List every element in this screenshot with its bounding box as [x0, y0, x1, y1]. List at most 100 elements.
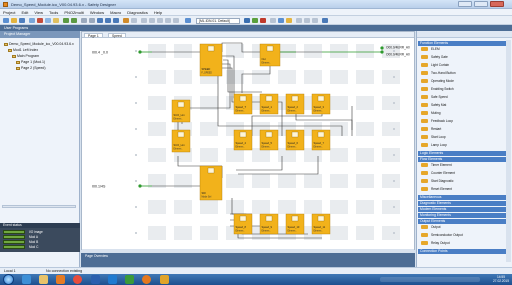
library-item[interactable]: Safe Speed	[421, 95, 448, 100]
grid-cell[interactable]	[252, 70, 270, 84]
menu-macro[interactable]: Macro	[107, 9, 124, 15]
grid-cell[interactable]	[382, 148, 400, 162]
grid-cell[interactable]	[278, 174, 296, 188]
zoom-fit-icon[interactable]	[113, 18, 119, 23]
outlook-icon[interactable]	[108, 275, 117, 284]
grid-cell[interactable]	[356, 122, 374, 136]
grid-icon[interactable]	[89, 18, 95, 23]
grid-cell[interactable]	[356, 44, 374, 58]
print-icon[interactable]	[29, 18, 35, 23]
library-item[interactable]: Reset Element	[421, 187, 452, 192]
output-slot[interactable]	[393, 102, 395, 104]
output-slot[interactable]	[393, 232, 395, 234]
grid-cell[interactable]	[148, 44, 166, 58]
grid-cell[interactable]	[382, 174, 400, 188]
media-icon[interactable]	[56, 275, 65, 284]
menu-window[interactable]: Window	[87, 9, 107, 15]
function-block[interactable]: Speed_9 Elemen..	[259, 213, 279, 235]
grid-cell[interactable]	[382, 122, 400, 136]
function-block[interactable]: SPEED F_SPEED	[199, 43, 223, 77]
library-item[interactable]: Semiconductor Output	[421, 233, 463, 238]
grid-cell[interactable]	[382, 226, 400, 240]
zoom-out-icon[interactable]	[105, 18, 111, 23]
tool-icon[interactable]	[296, 18, 302, 23]
library-section-header[interactable]: Modem Elements	[418, 207, 507, 212]
output-slot[interactable]	[393, 206, 395, 208]
panel-tab-label[interactable]: Project Manager	[4, 32, 30, 36]
tool-icon[interactable]	[173, 18, 179, 23]
library-item[interactable]: Start Loop	[421, 135, 446, 140]
grid-cell[interactable]	[330, 148, 348, 162]
library-item[interactable]: Timer Element	[421, 163, 452, 168]
help-icon[interactable]	[322, 18, 328, 23]
tree-item[interactable]: Page 2 (Speed)	[16, 66, 46, 70]
function-block[interactable]: Speed_1 Elemen..	[259, 93, 279, 115]
grid-cell[interactable]	[330, 70, 348, 84]
function-block[interactable]: Speed_7 Elemen..	[311, 129, 331, 151]
function-block[interactable]: Speed_3 Elemen..	[311, 93, 331, 115]
library-item[interactable]: Start Diagnostic	[421, 179, 454, 184]
menu-view[interactable]: View	[31, 9, 46, 15]
save-icon[interactable]	[19, 18, 25, 23]
function-block[interactable]: Out Elemen..	[259, 43, 281, 67]
module-icon[interactable]	[185, 18, 191, 23]
grid-cell[interactable]	[200, 148, 218, 162]
tool-icon[interactable]	[304, 18, 310, 23]
grid-cell[interactable]	[304, 174, 322, 188]
paint-icon[interactable]	[160, 275, 169, 284]
output-terminal[interactable]	[380, 50, 384, 54]
grid-cell[interactable]	[226, 70, 244, 84]
tree-item[interactable]: Mod1 Left Index	[8, 48, 38, 52]
grid-cell[interactable]	[200, 200, 218, 214]
library-item[interactable]: Enabling Switch	[421, 87, 454, 92]
circuit-diagram[interactable]: I00.4 _0.0 I00.1/4S O00.0/4ERR_A0 O00.0/…	[82, 38, 415, 248]
undo-icon[interactable]	[63, 18, 69, 23]
library-scrollbar[interactable]	[506, 40, 511, 262]
grid-cell[interactable]	[148, 96, 166, 110]
status-row[interactable]: Mod C	[3, 245, 38, 249]
grid-cell[interactable]	[200, 122, 218, 136]
explorer-icon[interactable]	[39, 275, 48, 284]
tool-icon[interactable]	[141, 18, 147, 23]
library-section-header[interactable]: Function Elements	[418, 41, 507, 46]
compile-icon[interactable]	[123, 18, 129, 23]
grid-cell[interactable]	[174, 44, 192, 58]
canvas-scrollbar[interactable]	[82, 249, 414, 252]
library-item[interactable]: Safety Gate	[421, 55, 448, 60]
function-block[interactable]: SDI Mode Sel	[199, 165, 223, 201]
grid-cell[interactable]	[330, 96, 348, 110]
grid-cell[interactable]	[382, 96, 400, 110]
grid-cell[interactable]	[356, 148, 374, 162]
grid-cell[interactable]	[148, 122, 166, 136]
input-slot[interactable]	[135, 50, 137, 52]
output-slot[interactable]	[393, 154, 395, 156]
output-slot[interactable]	[393, 128, 395, 130]
input-slot[interactable]	[135, 76, 137, 78]
menu-diagnostics[interactable]: Diagnostics	[124, 9, 151, 15]
library-item[interactable]: Muting	[421, 111, 441, 116]
grid-cell[interactable]	[356, 70, 374, 84]
close-icon[interactable]	[490, 1, 504, 7]
align-icon[interactable]	[81, 18, 87, 23]
library-item[interactable]: Counter Element	[421, 171, 455, 176]
grid-cell[interactable]	[278, 44, 296, 58]
library-item[interactable]: Relay Output	[421, 241, 450, 246]
menu-pnozmulti[interactable]: PNOZmulti	[61, 9, 87, 15]
output-slot[interactable]	[393, 76, 395, 78]
grid-cell[interactable]	[330, 44, 348, 58]
tree-item[interactable]: Demo_Speed_Module_ico_V00.04.93.6.x	[4, 42, 74, 46]
grid-cell[interactable]	[304, 44, 322, 58]
input-slot[interactable]	[135, 128, 137, 130]
menu-project[interactable]: Project	[0, 9, 18, 15]
function-block[interactable]: Speed_11 Elemen..	[311, 213, 331, 235]
grid-cell[interactable]	[356, 174, 374, 188]
grid-cell[interactable]	[304, 200, 322, 214]
input-terminal[interactable]	[138, 184, 142, 188]
input-slot[interactable]	[135, 102, 137, 104]
output-slot[interactable]	[393, 180, 395, 182]
new-icon[interactable]	[3, 18, 9, 23]
tool-icon[interactable]	[157, 18, 163, 23]
library-item[interactable]: Feedback Loop	[421, 119, 453, 124]
grid-cell[interactable]	[148, 70, 166, 84]
tree-item[interactable]: Main Program	[12, 54, 39, 58]
